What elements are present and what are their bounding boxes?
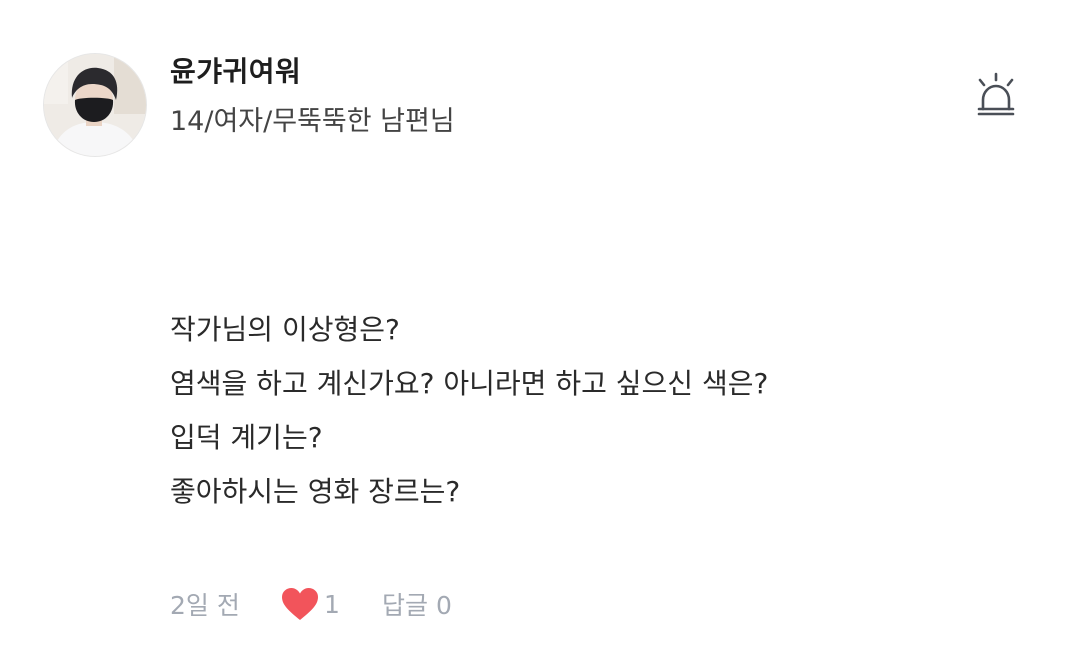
report-button[interactable] bbox=[968, 70, 1024, 120]
comment-line: 입덕 계기는? bbox=[170, 421, 323, 454]
comment-body: 작가님의 이상형은? 염색을 하고 계신가요? 아니라면 하고 싶으신 색은? … bbox=[170, 310, 1050, 526]
comment-date: 2일 전 bbox=[170, 591, 240, 620]
reply-button[interactable]: 답글 0 bbox=[382, 586, 452, 622]
like-count: 1 bbox=[324, 589, 340, 619]
comment-line: 작가님의 이상형은? bbox=[170, 313, 400, 346]
avatar[interactable] bbox=[44, 54, 146, 156]
username[interactable]: 윤갸귀여워 bbox=[170, 50, 301, 90]
comment-card: 윤갸귀여워 14/여자/무뚝뚝한 남편님 작가님의 이상형은? 염색을 하고 계… bbox=[0, 0, 1080, 667]
comment-line: 염색을 하고 계신가요? 아니라면 하고 싶으신 색은? bbox=[170, 367, 769, 400]
profile-photo-icon bbox=[44, 54, 146, 156]
siren-icon bbox=[977, 72, 1015, 116]
user-bio: 14/여자/무뚝뚝한 남편님 bbox=[170, 106, 455, 137]
like-button[interactable]: 1 bbox=[280, 584, 340, 624]
heart-icon bbox=[282, 588, 318, 620]
comment-line: 좋아하시는 영화 장르는? bbox=[170, 475, 461, 508]
